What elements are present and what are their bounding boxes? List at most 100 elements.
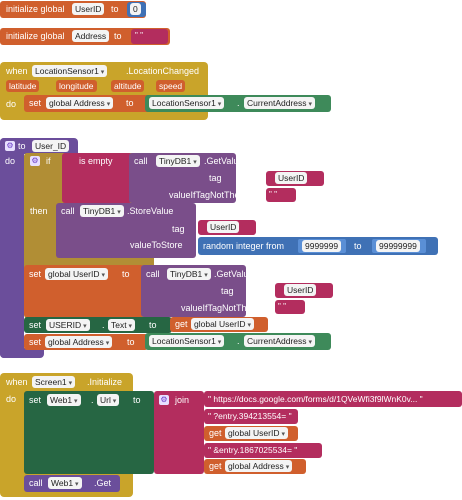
value-to-store-label: valueToStore [130, 240, 183, 250]
var-dropdown[interactable]: global Address [46, 97, 114, 109]
get-global-userid-block-1[interactable]: get global UserID [170, 317, 268, 332]
property-dropdown[interactable]: Url [97, 394, 120, 406]
get-global-userid-block-2[interactable]: get global UserID [204, 426, 298, 441]
var-dropdown[interactable]: global Address [45, 336, 113, 348]
number-block-from[interactable]: 9999999 [298, 239, 346, 253]
var-dropdown[interactable]: global UserID [225, 427, 288, 439]
join-part-url[interactable]: " https://docs.google.com/forms/d/1QVeWf… [204, 391, 462, 407]
text-value[interactable]: " ?entry.394213554= " [208, 410, 292, 422]
var-dropdown[interactable]: global UserID [45, 268, 108, 280]
call-web-get-block[interactable]: call Web1 .Get [24, 475, 120, 492]
gear-icon[interactable]: ⚙ [5, 141, 15, 151]
gear-icon[interactable]: ⚙ [159, 395, 169, 405]
text-value[interactable]: " &entry.1867025534= " [208, 444, 297, 456]
to-keyword: to [126, 98, 134, 108]
component-dropdown[interactable]: Web1 [47, 394, 81, 406]
component-dropdown[interactable]: USERID [46, 319, 90, 331]
component-dropdown[interactable]: LocationSensor1 [149, 97, 225, 109]
to-keyword: to [354, 241, 362, 251]
text-userid-block-2[interactable]: UserID [198, 220, 256, 235]
is-empty-label: is empty [79, 156, 113, 166]
tag-label: tag [209, 173, 222, 183]
to-keyword: to [127, 337, 135, 347]
empty-text-value[interactable]: " " [135, 30, 143, 42]
set-global-userid-block[interactable]: set global UserID to [24, 265, 144, 317]
event-name: .LocationChanged [126, 66, 200, 76]
do-keyword: do [6, 99, 17, 109]
text-value[interactable]: UserID [284, 284, 317, 296]
number-block-to[interactable]: 99999999 [372, 239, 426, 253]
param-longitude[interactable]: longitude [56, 80, 97, 92]
set-global-address-block-2[interactable]: set global Address to [24, 334, 148, 350]
var-dropdown[interactable]: global UserID [191, 318, 254, 330]
var-dropdown[interactable]: global Address [225, 460, 293, 472]
join-part-entry1[interactable]: " ?entry.394213554= " [204, 409, 298, 424]
random-integer-block[interactable]: random integer from 9999999 to 99999999 [198, 237, 438, 255]
set-keyword: set [29, 337, 42, 347]
location-sensor-getter[interactable]: LocationSensor1 . CurrentAddress [145, 95, 331, 112]
gear-icon[interactable]: ⚙ [30, 156, 40, 166]
empty-text-value[interactable]: " " [269, 189, 277, 201]
get-keyword: get [209, 461, 222, 471]
text-userid-block-1[interactable]: UserID [266, 171, 324, 186]
tag-label: tag [221, 286, 234, 296]
init-global-userid-block[interactable]: initialize global UserID to 0 [0, 1, 146, 18]
procedure-name[interactable]: User_ID [32, 140, 70, 152]
to-keyword: to [149, 320, 157, 330]
db-dropdown[interactable]: TinyDB1 [80, 205, 124, 217]
db-dropdown[interactable]: TinyDB1 [167, 268, 211, 280]
set-label-text-block[interactable]: set USERID . Text to [24, 317, 172, 333]
procedure-header: ⚙ to User_ID [0, 138, 78, 154]
value-if-not-there-label: valueIfTagNotThere [181, 303, 260, 313]
tinydb-getvalue-block-1[interactable]: call TinyDB1 .GetValue tag valueIfTagNot… [129, 153, 248, 203]
to-keyword: to [122, 269, 130, 279]
empty-text-block-1[interactable]: " " [266, 188, 296, 202]
empty-text-block-2[interactable]: " " [275, 300, 305, 314]
property-dropdown[interactable]: Text [108, 319, 136, 331]
db-dropdown[interactable]: TinyDB1 [156, 155, 200, 167]
set-web-url-block[interactable]: set Web1 . Url to [24, 391, 154, 474]
init-keyword: initialize global [6, 31, 65, 41]
component-dropdown[interactable]: LocationSensor1 [32, 65, 108, 77]
number-value[interactable]: 0 [130, 3, 141, 15]
procedure-user-id-block[interactable] [0, 138, 24, 358]
join-block[interactable]: ⚙ join [154, 391, 204, 474]
number-block[interactable]: 0 [127, 2, 146, 17]
component-dropdown[interactable]: LocationSensor1 [149, 335, 225, 347]
call-keyword: call [29, 478, 43, 488]
empty-text-value[interactable]: " " [278, 301, 286, 313]
property-dropdown[interactable]: CurrentAddress [244, 97, 315, 109]
call-keyword: call [146, 269, 160, 279]
is-empty-block[interactable]: is empty [62, 153, 132, 203]
global-name-address[interactable]: Address [72, 30, 110, 42]
global-name-userid[interactable]: UserID [72, 3, 105, 15]
number-value[interactable]: 9999999 [302, 240, 342, 252]
get-global-address-block[interactable]: get global Address [204, 459, 306, 474]
tag-label: tag [172, 224, 185, 234]
text-userid-block-3[interactable]: UserID [275, 283, 333, 298]
location-sensor-getter-2[interactable]: LocationSensor1 . CurrentAddress [145, 333, 331, 350]
component-dropdown[interactable]: Screen1 [32, 376, 76, 388]
init-global-address-block[interactable]: initialize global Address to " " [0, 28, 170, 45]
text-value[interactable]: " https://docs.google.com/forms/d/1QVeWf… [208, 393, 423, 405]
set-keyword: set [29, 98, 42, 108]
tinydb-storevalue-block[interactable]: call TinyDB1 .StoreValue tag valueToStor… [56, 203, 196, 258]
param-speed[interactable]: speed [156, 80, 186, 92]
number-value[interactable]: 99999999 [376, 240, 420, 252]
text-value[interactable]: UserID [207, 221, 240, 233]
init-keyword: initialize global [6, 4, 65, 14]
to-keyword: to [133, 395, 141, 405]
param-latitude[interactable]: latitude [6, 80, 40, 92]
join-part-entry2[interactable]: " &entry.1867025534= " [204, 443, 322, 458]
text-value[interactable]: UserID [275, 172, 308, 184]
method-name: .StoreValue [127, 206, 174, 216]
do-keyword: do [6, 394, 17, 404]
property-dropdown[interactable]: CurrentAddress [244, 335, 315, 347]
text-block[interactable]: " " [131, 29, 168, 44]
tinydb-getvalue-block-2[interactable]: call TinyDB1 .GetValue tag valueIfTagNot… [141, 265, 260, 317]
event-name: .Initialize [87, 377, 123, 387]
to-keyword: to [111, 4, 119, 14]
method-name: .Get [94, 478, 112, 488]
component-dropdown[interactable]: Web1 [48, 477, 82, 489]
param-altitude[interactable]: altitude [111, 80, 145, 92]
